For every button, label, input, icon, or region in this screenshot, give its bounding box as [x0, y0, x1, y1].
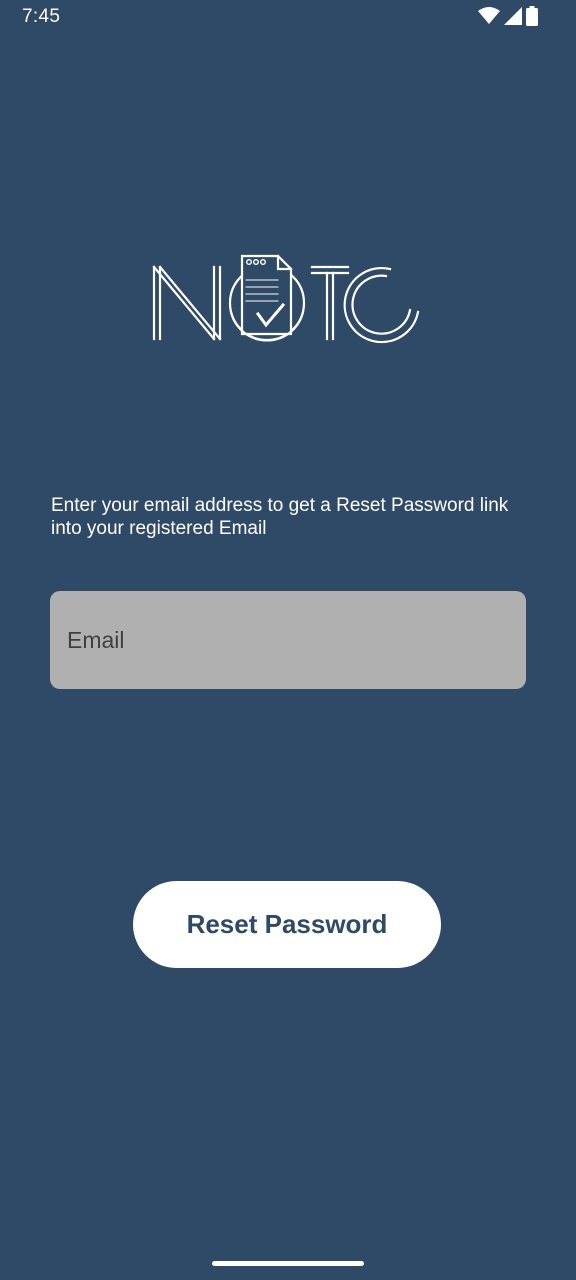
email-field[interactable]	[50, 591, 526, 689]
status-icons	[478, 6, 538, 26]
cellular-signal-icon	[504, 7, 522, 25]
reset-password-button[interactable]: Reset Password	[133, 881, 441, 968]
wifi-icon	[478, 7, 500, 25]
instruction-text: Enter your email address to get a Reset …	[51, 495, 509, 539]
noto-logo	[150, 252, 426, 346]
status-bar: 7:45	[0, 0, 576, 34]
home-indicator[interactable]	[212, 1261, 364, 1266]
status-time: 7:45	[22, 6, 61, 27]
email-input[interactable]	[50, 591, 526, 689]
battery-icon	[526, 6, 538, 26]
